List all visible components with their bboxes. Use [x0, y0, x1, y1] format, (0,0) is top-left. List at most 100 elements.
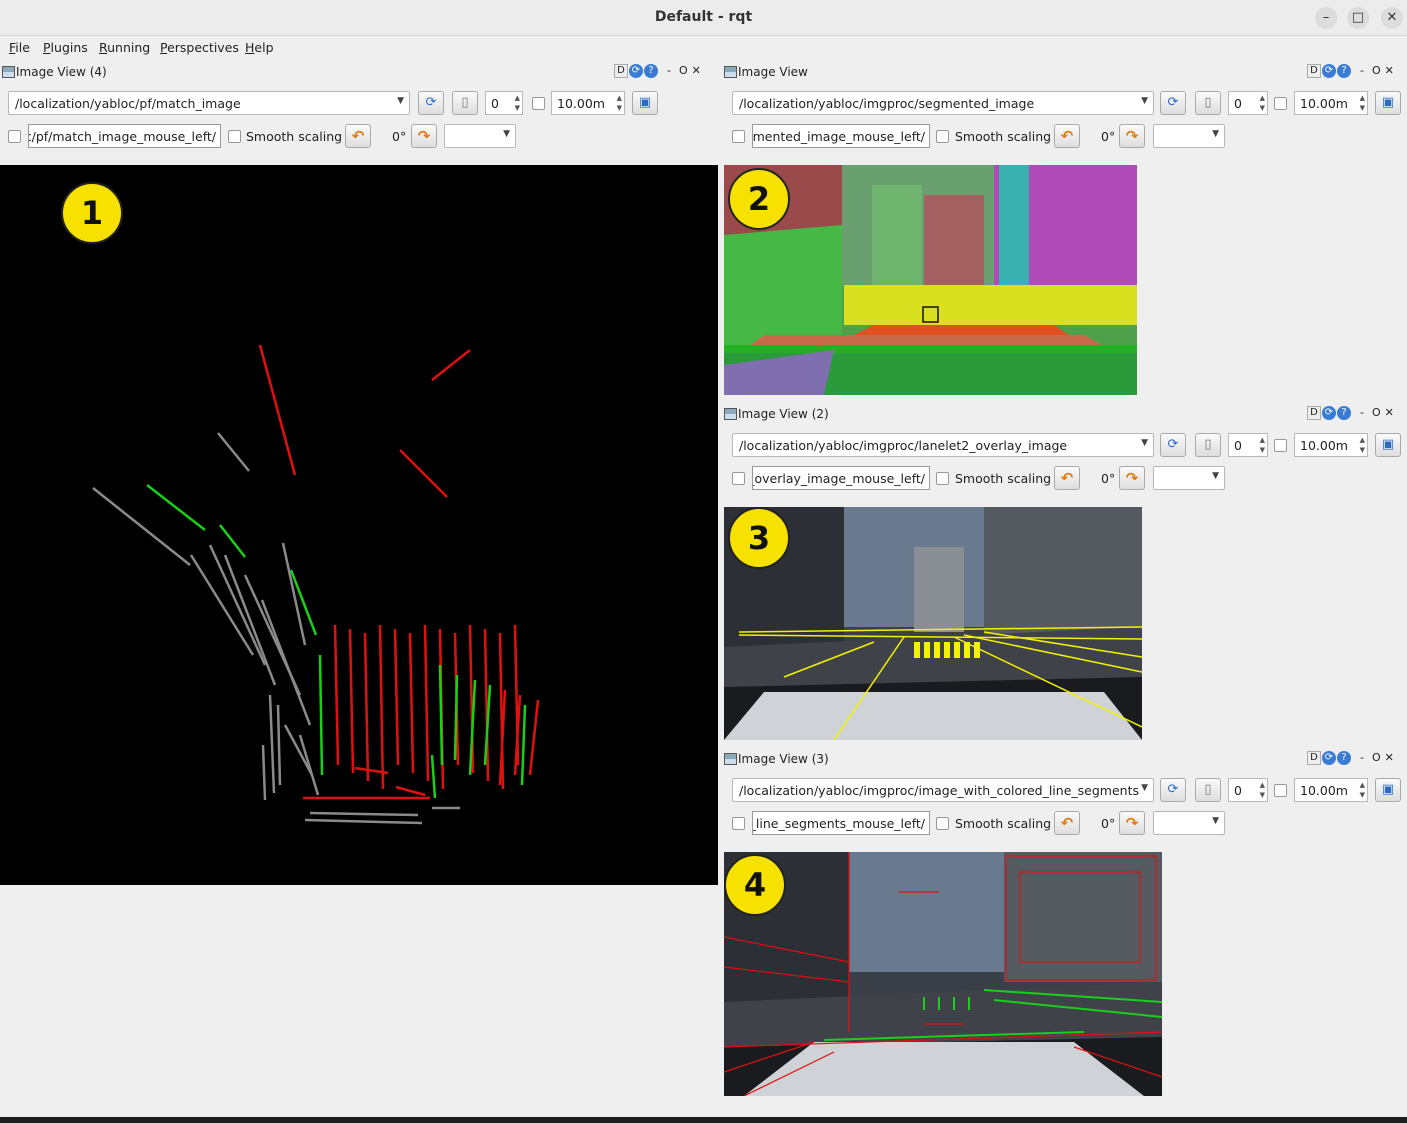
rotate-left-button[interactable]: ↶ — [345, 124, 371, 148]
gray-line-segment — [261, 744, 267, 801]
refresh-topics-button[interactable]: ⟳ — [418, 91, 444, 115]
colored-line-segments-image-view[interactable]: 4 — [724, 852, 1162, 1096]
refresh-topics-button[interactable]: ⟳ — [1160, 433, 1186, 457]
mouse-topic-field[interactable]: /localization/yabloc/imgproc/image_with_… — [752, 811, 930, 835]
rotate-right-button[interactable]: ↷ — [411, 124, 437, 148]
dock-button[interactable]: D — [614, 64, 628, 78]
rotation-label: 0° — [1101, 471, 1116, 486]
dock-button[interactable]: D — [1307, 64, 1321, 78]
publish-click-checkbox[interactable] — [732, 472, 745, 485]
dynamic-range-checkbox[interactable] — [532, 97, 545, 110]
num-gridlines-spinbox[interactable]: 0 ▲ ▼ — [485, 91, 523, 115]
mouse-topic-field[interactable]: /localization/yabloc/imgproc/lanelet2_ov… — [752, 466, 930, 490]
badge-1: 1 — [61, 182, 123, 244]
reload-icon[interactable]: ⟳ — [1322, 64, 1336, 78]
save-image-button[interactable]: ▣ — [1375, 433, 1401, 457]
help-icon[interactable]: ? — [1337, 64, 1351, 78]
publish-click-checkbox[interactable] — [732, 817, 745, 830]
rotate-left-button[interactable]: ↶ — [1054, 466, 1080, 490]
dynamic-range-checkbox[interactable] — [1274, 439, 1287, 452]
float-panel-button[interactable]: O — [1372, 64, 1381, 77]
lanelet2-overlay-image-view[interactable]: 3 — [724, 507, 1142, 740]
minimize-button[interactable]: – — [1315, 7, 1337, 29]
close-panel-icon[interactable]: ✕ — [1385, 751, 1394, 764]
minimize-panel-button[interactable]: - — [1360, 751, 1364, 764]
mouse-topic-field[interactable]: /localization/yabloc/imgproc/segmented_i… — [752, 124, 930, 148]
save-image-button[interactable]: ▣ — [1375, 91, 1401, 115]
chevron-down-icon: ▼ — [1212, 129, 1219, 139]
color-scheme-select[interactable]: ▼ — [1153, 124, 1225, 148]
menu-plugins[interactable]: Plugins — [43, 40, 88, 55]
max-range-spinbox[interactable]: 10.00m ▲ ▼ — [551, 91, 625, 115]
close-panel-icon[interactable]: ✕ — [1385, 406, 1394, 419]
rotate-right-button[interactable]: ↷ — [1119, 124, 1145, 148]
menu-file[interactable]: File — [9, 40, 30, 55]
num-gridlines-spinbox[interactable]: 0 ▲ ▼ — [1228, 433, 1268, 457]
topic-select[interactable]: /localization/yabloc/imgproc/image_with_… — [732, 778, 1154, 802]
smooth-scaling-checkbox[interactable] — [936, 130, 949, 143]
spin-value: 0 — [1234, 96, 1242, 111]
close-panel-icon[interactable]: ✕ — [692, 64, 701, 77]
topic-select[interactable]: /localization/yabloc/pf/match_image ▼ — [8, 91, 410, 115]
reload-icon[interactable]: ⟳ — [1322, 751, 1336, 765]
topic-select[interactable]: /localization/yabloc/imgproc/lanelet2_ov… — [732, 433, 1154, 457]
smooth-scaling-checkbox[interactable] — [936, 472, 949, 485]
help-icon[interactable]: ? — [1337, 751, 1351, 765]
float-panel-button[interactable]: O — [1372, 406, 1381, 419]
max-range-spinbox[interactable]: 10.00m ▲ ▼ — [1294, 433, 1368, 457]
red-line-segment — [399, 449, 448, 498]
reload-icon[interactable]: ⟳ — [629, 64, 643, 78]
max-range-spinbox[interactable]: 10.00m ▲ ▼ — [1294, 778, 1368, 802]
dock-button[interactable]: D — [1307, 751, 1321, 765]
segmented-image-view[interactable]: 2 — [724, 165, 1137, 395]
minimize-panel-button[interactable]: - — [667, 64, 671, 77]
zoom-button[interactable]: ▯ — [1195, 433, 1221, 457]
save-image-button[interactable]: ▣ — [1375, 778, 1401, 802]
zoom-button[interactable]: ▯ — [1195, 91, 1221, 115]
rotate-left-button[interactable]: ↶ — [1054, 124, 1080, 148]
maximize-button[interactable]: □ — [1347, 7, 1369, 29]
menu-perspectives[interactable]: Perspectives — [160, 40, 239, 55]
minimize-panel-button[interactable]: - — [1360, 406, 1364, 419]
num-gridlines-spinbox[interactable]: 0 ▲ ▼ — [1228, 91, 1268, 115]
publish-click-checkbox[interactable] — [8, 130, 21, 143]
topic-select[interactable]: /localization/yabloc/imgproc/segmented_i… — [732, 91, 1154, 115]
max-range-spinbox[interactable]: 10.00m ▲ ▼ — [1294, 91, 1368, 115]
refresh-topics-button[interactable]: ⟳ — [1160, 778, 1186, 802]
refresh-topics-button[interactable]: ⟳ — [1160, 91, 1186, 115]
reload-icon[interactable]: ⟳ — [1322, 406, 1336, 420]
red-line-segment — [431, 349, 471, 381]
dynamic-range-checkbox[interactable] — [1274, 97, 1287, 110]
smooth-scaling-checkbox[interactable] — [228, 130, 241, 143]
dock-button[interactable]: D — [1307, 406, 1321, 420]
zoom-button[interactable]: ▯ — [452, 91, 478, 115]
zoom-button[interactable]: ▯ — [1195, 778, 1221, 802]
color-scheme-select[interactable]: ▼ — [444, 124, 516, 148]
rotate-right-button[interactable]: ↷ — [1119, 466, 1145, 490]
float-panel-button[interactable]: O — [679, 64, 688, 77]
max-range-value: 10.00m — [1300, 783, 1348, 798]
close-button[interactable]: ✕ — [1381, 7, 1403, 29]
panel-titlebar: Image View (4) D ⟳? - O ✕ — [0, 64, 718, 82]
help-icon[interactable]: ? — [644, 64, 658, 78]
save-image-button[interactable]: ▣ — [632, 91, 658, 115]
spin-value: 0 — [1234, 438, 1242, 453]
color-scheme-select[interactable]: ▼ — [1153, 466, 1225, 490]
num-gridlines-spinbox[interactable]: 0 ▲ ▼ — [1228, 778, 1268, 802]
close-panel-icon[interactable]: ✕ — [1385, 64, 1394, 77]
rotate-right-button[interactable]: ↷ — [1119, 811, 1145, 835]
dynamic-range-checkbox[interactable] — [1274, 784, 1287, 797]
color-scheme-select[interactable]: ▼ — [1153, 811, 1225, 835]
minimize-panel-button[interactable]: - — [1360, 64, 1364, 77]
rotate-left-button[interactable]: ↶ — [1054, 811, 1080, 835]
float-panel-button[interactable]: O — [1372, 751, 1381, 764]
menu-help[interactable]: Help — [245, 40, 274, 55]
spin-arrows-icon: ▲ ▼ — [1259, 781, 1265, 799]
menu-running[interactable]: Running — [99, 40, 150, 55]
mouse-topic-field[interactable]: /localization/yabloc/pf/match_image_mous… — [28, 124, 221, 148]
publish-click-checkbox[interactable] — [732, 130, 745, 143]
smooth-scaling-checkbox[interactable] — [936, 817, 949, 830]
match-image-view[interactable]: 1 — [0, 165, 718, 885]
help-icon[interactable]: ? — [1337, 406, 1351, 420]
gray-line-segment — [260, 599, 312, 726]
